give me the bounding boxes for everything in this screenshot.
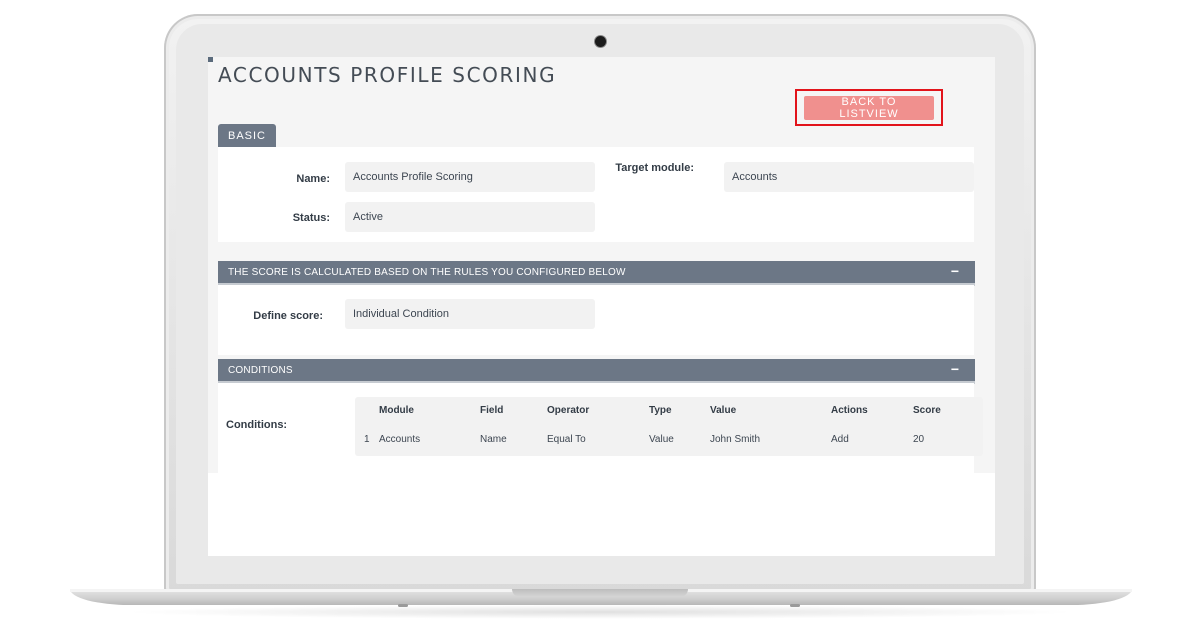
target-module-value: Accounts: [724, 162, 974, 192]
minus-icon[interactable]: −: [951, 362, 959, 376]
define-score-label: Define score:: [253, 310, 323, 322]
column-header-module: Module: [379, 405, 414, 416]
tab-basic[interactable]: BASIC: [218, 124, 276, 147]
status-value: Active: [345, 202, 595, 232]
camera-icon: [595, 36, 606, 47]
name-value: Accounts Profile Scoring: [345, 162, 595, 192]
target-module-label: Target module:: [615, 162, 694, 174]
row-field: Name: [480, 434, 507, 445]
row-module: Accounts: [379, 434, 421, 445]
app-screen: ACCOUNTS PROFILE SCORING BACK TO LISTVIE…: [208, 57, 995, 556]
column-header-score: Score: [913, 405, 941, 416]
conditions-section-title: CONDITIONS: [228, 364, 293, 376]
define-score-value: Individual Condition: [345, 299, 595, 329]
corner-marker: [208, 57, 213, 62]
laptop-notch: [512, 589, 688, 597]
conditions-section-header[interactable]: CONDITIONS −: [218, 359, 975, 384]
conditions-panel: Conditions: Module Field Operator Type V…: [218, 383, 983, 473]
row-operator: Equal To: [547, 434, 586, 445]
basic-panel: Name: Accounts Profile Scoring Status: A…: [218, 147, 974, 242]
row-index: 1: [364, 434, 370, 445]
name-label: Name:: [296, 173, 330, 185]
score-panel: Define score: Individual Condition: [218, 285, 974, 355]
conditions-label: Conditions:: [226, 419, 288, 431]
back-to-listview-button[interactable]: BACK TO LISTVIEW: [804, 96, 934, 120]
column-header-value: Value: [710, 405, 737, 416]
page-title: ACCOUNTS PROFILE SCORING: [218, 63, 557, 87]
score-section-header[interactable]: THE SCORE IS CALCULATED BASED ON THE RUL…: [218, 261, 975, 286]
row-value: John Smith: [710, 434, 761, 445]
laptop-shadow: [120, 605, 1080, 619]
row-type: Value: [649, 434, 674, 445]
status-label: Status:: [292, 212, 330, 224]
column-header-field: Field: [480, 405, 504, 416]
laptop-foot: [398, 604, 408, 607]
screen-empty-area: [208, 473, 995, 556]
row-score: 20: [913, 434, 925, 445]
column-header-actions: Actions: [831, 405, 868, 416]
column-header-operator: Operator: [547, 405, 590, 416]
minus-icon[interactable]: −: [951, 264, 959, 278]
laptop-foot: [790, 604, 800, 607]
score-section-title: THE SCORE IS CALCULATED BASED ON THE RUL…: [228, 266, 626, 278]
column-header-type: Type: [649, 405, 672, 416]
conditions-table: Module Field Operator Type Value Actions…: [355, 397, 983, 456]
row-actions: Add: [831, 434, 849, 445]
